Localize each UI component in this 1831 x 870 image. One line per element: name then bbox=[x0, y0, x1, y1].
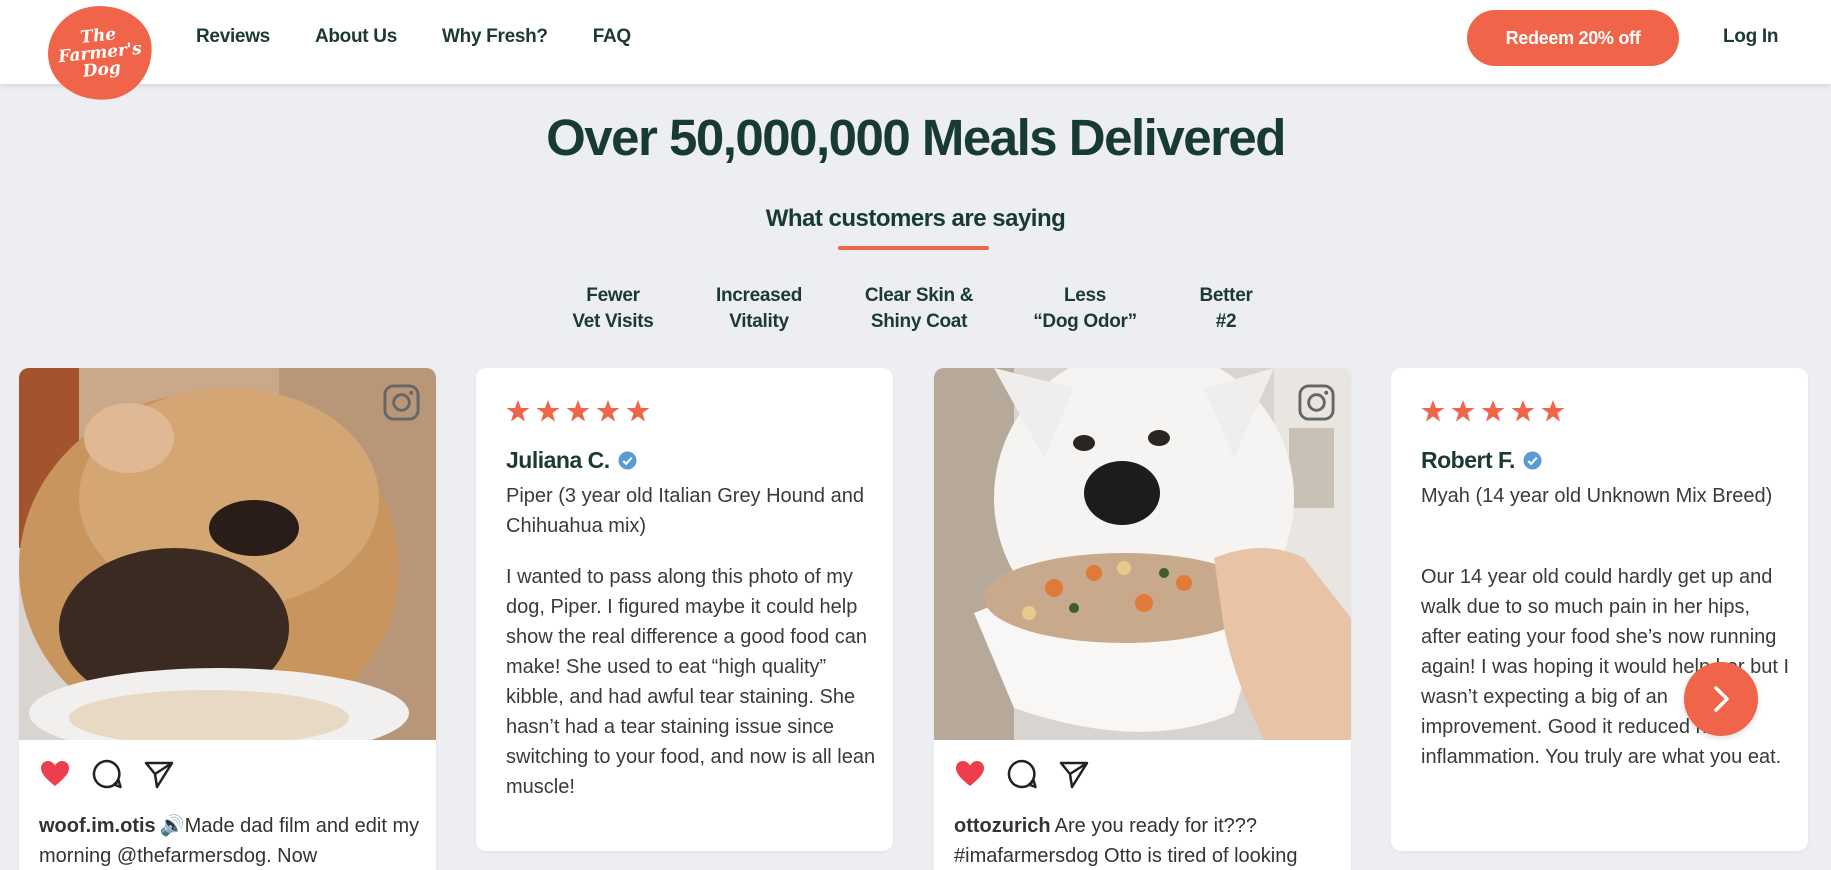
star-icon bbox=[566, 400, 590, 422]
subheading-underline bbox=[838, 246, 989, 250]
post-caption: ottozurich Are you ready for it??? #imafa… bbox=[954, 811, 1339, 870]
post-actions bbox=[954, 758, 1090, 790]
star-icon bbox=[596, 400, 620, 422]
brand-logo[interactable]: The Farmer's Dog bbox=[43, 0, 157, 106]
testimonials-subheading: What customers are saying bbox=[765, 205, 1066, 232]
post-username[interactable]: ottozurich bbox=[954, 815, 1051, 837]
tab-less-dog-odor[interactable]: Less “Dog Odor” bbox=[1033, 283, 1137, 335]
post-caption: woof.im.otis 🔊Made dad film and edit my m… bbox=[39, 811, 424, 870]
brand-logo-text: The Farmer's Dog bbox=[57, 23, 143, 82]
pet-description: Piper (3 year old Italian Grey Hound and… bbox=[506, 485, 864, 537]
star-rating bbox=[506, 399, 650, 423]
heart-icon[interactable] bbox=[954, 758, 986, 790]
reviewer-name-row: Juliana C. bbox=[506, 447, 637, 474]
star-icon bbox=[1481, 400, 1505, 422]
post-actions bbox=[39, 758, 175, 790]
reviewer-name-row: Robert F. bbox=[1421, 447, 1542, 474]
review-card-robert: Robert F. Myah (14 year old Unknown Mix … bbox=[1391, 368, 1808, 851]
share-icon[interactable] bbox=[1058, 758, 1090, 790]
comment-icon[interactable] bbox=[1006, 758, 1038, 790]
chevron-right-icon bbox=[1714, 686, 1729, 712]
reviewer-name: Juliana C. bbox=[506, 447, 610, 473]
instagram-icon[interactable] bbox=[382, 383, 421, 422]
share-icon[interactable] bbox=[143, 758, 175, 790]
pet-description: Myah (14 year old Unknown Mix Breed) bbox=[1421, 485, 1773, 507]
tab-clear-skin-shiny-coat[interactable]: Clear Skin & Shiny Coat bbox=[865, 283, 974, 335]
comment-icon[interactable] bbox=[91, 758, 123, 790]
tab-better-number-two[interactable]: Better #2 bbox=[1199, 283, 1252, 335]
star-icon bbox=[536, 400, 560, 422]
instagram-icon[interactable] bbox=[1297, 383, 1336, 422]
nav-about-us[interactable]: About Us bbox=[315, 26, 397, 48]
reviewer-name: Robert F. bbox=[1421, 447, 1515, 473]
carousel-next-button[interactable] bbox=[1684, 662, 1758, 736]
post-username[interactable]: woof.im.otis bbox=[39, 815, 156, 837]
site-header: The Farmer's Dog Reviews About Us Why Fr… bbox=[0, 0, 1831, 106]
instagram-card-otto: ottozurich Are you ready for it??? #imafa… bbox=[934, 368, 1351, 870]
star-icon bbox=[1451, 400, 1475, 422]
star-icon bbox=[1511, 400, 1535, 422]
page-headline: Over 50,000,000 Meals Delivered bbox=[546, 109, 1286, 166]
verified-badge-icon bbox=[618, 451, 637, 470]
review-card-juliana: Juliana C. Piper (3 year old Italian Gre… bbox=[476, 368, 893, 851]
redeem-discount-button[interactable]: Redeem 20% off bbox=[1467, 10, 1679, 66]
nav-reviews[interactable]: Reviews bbox=[196, 26, 270, 48]
star-icon bbox=[626, 400, 650, 422]
nav-faq[interactable]: FAQ bbox=[593, 26, 631, 48]
benefit-tabs: Fewer Vet Visits Increased Vitality Clea… bbox=[0, 283, 1831, 333]
star-icon bbox=[506, 400, 530, 422]
tab-increased-vitality[interactable]: Increased Vitality bbox=[716, 283, 802, 335]
pug-eating-photo bbox=[19, 368, 436, 740]
verified-badge-icon bbox=[1523, 451, 1542, 470]
star-icon bbox=[1541, 400, 1565, 422]
main-nav: Reviews About Us Why Fresh? FAQ bbox=[196, 26, 631, 48]
review-text: I wanted to pass along this photo of my … bbox=[506, 566, 876, 798]
star-icon bbox=[1421, 400, 1445, 422]
star-rating bbox=[1421, 399, 1565, 423]
nav-why-fresh[interactable]: Why Fresh? bbox=[442, 26, 548, 48]
heart-icon[interactable] bbox=[39, 758, 71, 790]
instagram-card-otis: woof.im.otis 🔊Made dad film and edit my m… bbox=[19, 368, 436, 870]
white-dog-food-bowl-photo bbox=[934, 368, 1351, 740]
tab-fewer-vet-visits[interactable]: Fewer Vet Visits bbox=[572, 283, 653, 335]
login-link[interactable]: Log In bbox=[1723, 26, 1778, 48]
